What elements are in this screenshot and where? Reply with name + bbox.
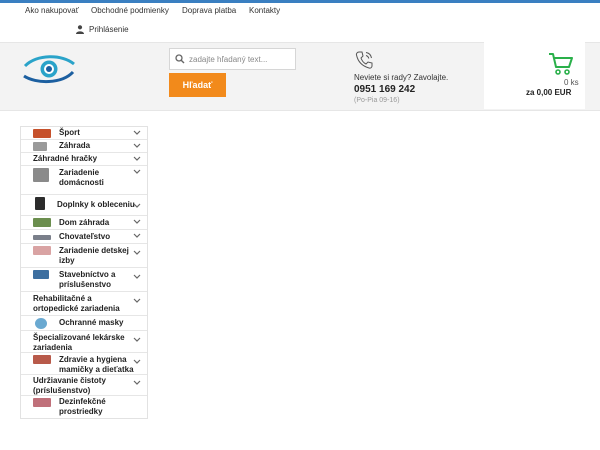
chevron-down-icon[interactable] [133,233,141,238]
user-icon [76,25,84,34]
menu-item-ochranne-masky[interactable]: Ochranné masky [21,316,147,331]
category-thumbnail [33,168,49,182]
chevron-down-icon[interactable] [133,337,141,342]
nav-link-kontakty[interactable]: Kontakty [249,6,280,15]
chevron-down-icon[interactable] [133,203,141,208]
cart-count: 0 ks [564,78,579,87]
chevron-down-icon[interactable] [133,380,141,385]
menu-item-sport[interactable]: Šport [21,127,147,140]
chevron-down-icon[interactable] [133,143,141,148]
login-link[interactable]: Prihlásenie [76,25,129,34]
menu-item-specializovane-lekarske-zariadenia[interactable]: Špecializované lekárske zariadenia [21,331,147,353]
menu-item-zahradne-hracky[interactable]: Záhradné hračky [21,153,147,166]
menu-item-zahrada[interactable]: Záhrada [21,140,147,153]
category-thumbnail [33,270,49,279]
chevron-down-icon[interactable] [133,359,141,364]
category-thumbnail [33,355,51,364]
menu-item-label: Udržiavanie čistoty (príslušenstvo) [33,376,106,395]
nav-link-obchodne-podmienky[interactable]: Obchodné podmienky [91,6,169,15]
category-thumbnail [33,142,47,151]
chevron-down-icon[interactable] [133,219,141,224]
chevron-down-icon[interactable] [133,169,141,174]
menu-item-doplnky-k-obleceniu[interactable]: Doplnky k obleceniu [21,195,147,216]
search-input[interactable] [189,54,289,64]
category-thumbnail [33,246,51,255]
site-logo[interactable] [22,52,76,91]
phone-icon [355,51,373,69]
category-thumbnail [33,398,51,407]
chevron-down-icon[interactable] [133,156,141,161]
top-navigation: Ako nakupovať Obchodné podmienky Doprava… [0,3,600,20]
cart-icon[interactable] [548,52,574,76]
cart-total: za 0,00 EUR [526,88,572,97]
menu-item-label: Rehabilitačné a ortopedické zariadenia [33,294,120,313]
menu-item-chovatelstvo[interactable]: Chovateľstvo [21,230,147,244]
menu-item-zariadenie-domacnosti[interactable]: Zariadenie domácnosti [21,166,147,195]
chevron-down-icon[interactable] [133,298,141,303]
contact-hours: (Po-Pia 09-16) [354,97,400,104]
chevron-down-icon[interactable] [133,250,141,255]
nav-link-ako-nakupovat[interactable]: Ako nakupovať [25,6,79,15]
chevron-down-icon[interactable] [133,130,141,135]
contact-prompt: Neviete si rady? Zavolajte. [354,73,449,82]
menu-item-dom-zahrada[interactable]: Dom záhrada [21,216,147,230]
eye-logo-icon [23,55,75,83]
menu-item-zdravie-a-hygiena[interactable]: Zdravie a hygiena mamičky a dieťatka [21,353,147,375]
category-thumbnail [33,235,51,240]
search-button[interactable]: Hľadať [169,73,226,97]
menu-item-dezinfekcne-prostriedky[interactable]: Dezinfekčné prostriedky [21,396,147,418]
category-thumbnail [33,129,51,138]
menu-item-label: Špecializované lekárske zariadenia [33,333,125,352]
search-icon [175,54,185,64]
category-menu: Šport Záhrada Záhradné hračky Zariadenie… [20,126,148,419]
contact-phone[interactable]: 0951 169 242 [354,84,415,95]
menu-item-label: Záhradné hračky [33,154,98,163]
category-thumbnail [35,318,47,329]
menu-item-rehabilitacne-zariadenia[interactable]: Rehabilitačné a ortopedické zariadenia [21,292,147,316]
chevron-down-icon[interactable] [133,274,141,279]
menu-item-stavebnictvo[interactable]: Stavebníctvo a príslušenstvo [21,268,147,292]
search-box[interactable] [169,48,296,70]
category-thumbnail [35,197,45,210]
category-thumbnail [33,218,51,227]
menu-item-udrziavanie-cistoty[interactable]: Udržiavanie čistoty (príslušenstvo) [21,375,147,396]
nav-link-doprava-platba[interactable]: Doprava platba [182,6,236,15]
login-label: Prihlásenie [89,25,129,34]
menu-item-zariadenie-detskej-izby[interactable]: Zariadenie detskej izby [21,244,147,268]
